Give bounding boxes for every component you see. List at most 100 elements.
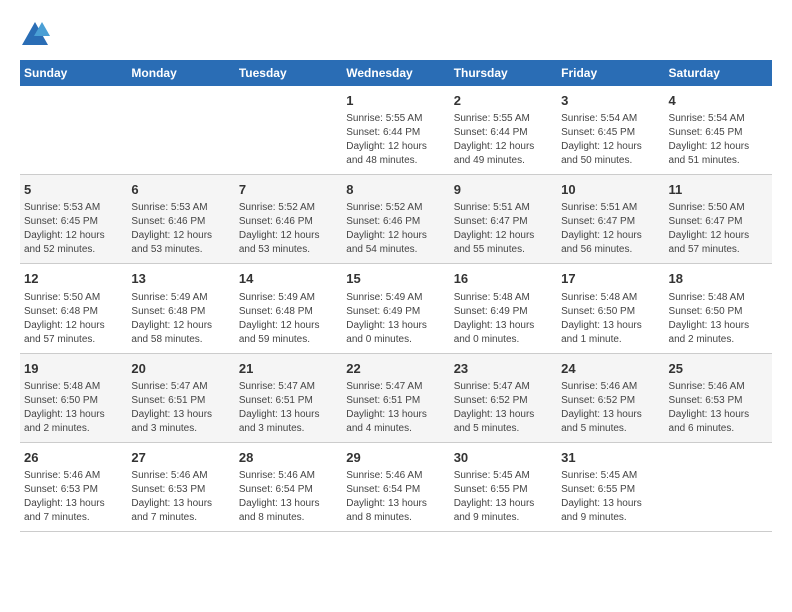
day-info: Sunrise: 5:48 AM Sunset: 6:50 PM Dayligh… [669, 291, 768, 347]
calendar-cell: 15Sunrise: 5:49 AM Sunset: 6:49 PM Dayli… [342, 264, 449, 353]
day-number: 1 [346, 92, 445, 110]
day-number: 11 [669, 181, 768, 199]
day-info: Sunrise: 5:46 AM Sunset: 6:54 PM Dayligh… [239, 469, 338, 525]
calendar-cell: 24 Sunrise: 5:46 AM Sunset: 6:52 PM Dayli… [557, 353, 664, 442]
calendar-cell [665, 442, 772, 531]
day-info: Sunrise: 5:54 AM Sunset: 6:45 PM Dayligh… [669, 112, 768, 168]
calendar-cell: 26 Sunrise: 5:46 AM Sunset: 6:53 PM Dayli… [20, 442, 127, 531]
calendar-cell: 29 Sunrise: 5:46 AM Sunset: 6:54 PM Dayli… [342, 442, 449, 531]
calendar-cell: 20 Sunrise: 5:47 AM Sunset: 6:51 PM Dayli… [127, 353, 234, 442]
day-number: 29 [346, 449, 445, 467]
day-number: 31 [561, 449, 660, 467]
day-number: 21 [239, 360, 338, 378]
day-number: 8 [346, 181, 445, 199]
calendar-table: SundayMondayTuesdayWednesdayThursdayFrid… [20, 60, 772, 532]
calendar-cell: 19 Sunrise: 5:48 AM Sunset: 6:50 PM Dayli… [20, 353, 127, 442]
calendar-cell: 12Sunrise: 5:50 AM Sunset: 6:48 PM Dayli… [20, 264, 127, 353]
day-number: 25 [669, 360, 768, 378]
calendar-cell: 8 Sunrise: 5:52 AM Sunset: 6:46 PM Daylig… [342, 175, 449, 264]
calendar-cell: 25 Sunrise: 5:46 AM Sunset: 6:53 PM Dayli… [665, 353, 772, 442]
day-number: 30 [454, 449, 553, 467]
day-header-sunday: Sunday [20, 60, 127, 86]
day-number: 6 [131, 181, 230, 199]
calendar-cell: 7Sunrise: 5:52 AM Sunset: 6:46 PM Daylig… [235, 175, 342, 264]
calendar-cell: 22 Sunrise: 5:47 AM Sunset: 6:51 PM Dayli… [342, 353, 449, 442]
calendar-cell [127, 86, 234, 175]
day-info: Sunrise: 5:48 AM Sunset: 6:49 PM Dayligh… [454, 291, 553, 347]
calendar-week-1: 5Sunrise: 5:53 AM Sunset: 6:45 PM Daylig… [20, 175, 772, 264]
calendar-cell [20, 86, 127, 175]
day-info: Sunrise: 5:54 AM Sunset: 6:45 PM Dayligh… [561, 112, 660, 168]
calendar-cell: 17 Sunrise: 5:48 AM Sunset: 6:50 PM Dayli… [557, 264, 664, 353]
day-number: 27 [131, 449, 230, 467]
day-number: 24 [561, 360, 660, 378]
calendar-cell: 5Sunrise: 5:53 AM Sunset: 6:45 PM Daylig… [20, 175, 127, 264]
day-info: Sunrise: 5:46 AM Sunset: 6:52 PM Dayligh… [561, 380, 660, 436]
day-number: 4 [669, 92, 768, 110]
day-number: 5 [24, 181, 123, 199]
day-info: Sunrise: 5:45 AM Sunset: 6:55 PM Dayligh… [454, 469, 553, 525]
day-info: Sunrise: 5:48 AM Sunset: 6:50 PM Dayligh… [561, 291, 660, 347]
day-info: Sunrise: 5:47 AM Sunset: 6:51 PM Dayligh… [131, 380, 230, 436]
calendar-week-2: 12Sunrise: 5:50 AM Sunset: 6:48 PM Dayli… [20, 264, 772, 353]
day-info: Sunrise: 5:51 AM Sunset: 6:47 PM Dayligh… [561, 201, 660, 257]
day-number: 20 [131, 360, 230, 378]
day-number: 10 [561, 181, 660, 199]
calendar-cell: 13Sunrise: 5:49 AM Sunset: 6:48 PM Dayli… [127, 264, 234, 353]
calendar-cell: 23 Sunrise: 5:47 AM Sunset: 6:52 PM Dayli… [450, 353, 557, 442]
day-info: Sunrise: 5:48 AM Sunset: 6:50 PM Dayligh… [24, 380, 123, 436]
day-header-monday: Monday [127, 60, 234, 86]
calendar-cell: 6 Sunrise: 5:53 AM Sunset: 6:46 PM Daylig… [127, 175, 234, 264]
calendar-cell [235, 86, 342, 175]
day-number: 19 [24, 360, 123, 378]
day-number: 2 [454, 92, 553, 110]
calendar-week-0: 1 Sunrise: 5:55 AM Sunset: 6:44 PM Daylig… [20, 86, 772, 175]
calendar-header: SundayMondayTuesdayWednesdayThursdayFrid… [20, 60, 772, 86]
day-number: 22 [346, 360, 445, 378]
day-info: Sunrise: 5:55 AM Sunset: 6:44 PM Dayligh… [454, 112, 553, 168]
calendar-cell: 2 Sunrise: 5:55 AM Sunset: 6:44 PM Daylig… [450, 86, 557, 175]
day-info: Sunrise: 5:47 AM Sunset: 6:51 PM Dayligh… [346, 380, 445, 436]
day-info: Sunrise: 5:45 AM Sunset: 6:55 PM Dayligh… [561, 469, 660, 525]
day-header-thursday: Thursday [450, 60, 557, 86]
calendar-cell: 10 Sunrise: 5:51 AM Sunset: 6:47 PM Dayli… [557, 175, 664, 264]
day-info: Sunrise: 5:52 AM Sunset: 6:46 PM Dayligh… [346, 201, 445, 257]
calendar-cell: 3 Sunrise: 5:54 AM Sunset: 6:45 PM Daylig… [557, 86, 664, 175]
day-info: Sunrise: 5:51 AM Sunset: 6:47 PM Dayligh… [454, 201, 553, 257]
calendar-cell: 30 Sunrise: 5:45 AM Sunset: 6:55 PM Dayli… [450, 442, 557, 531]
day-info: Sunrise: 5:49 AM Sunset: 6:48 PM Dayligh… [131, 291, 230, 347]
calendar-cell: 4 Sunrise: 5:54 AM Sunset: 6:45 PM Daylig… [665, 86, 772, 175]
day-info: Sunrise: 5:46 AM Sunset: 6:53 PM Dayligh… [24, 469, 123, 525]
calendar-cell: 14 Sunrise: 5:49 AM Sunset: 6:48 PM Dayli… [235, 264, 342, 353]
day-header-wednesday: Wednesday [342, 60, 449, 86]
day-info: Sunrise: 5:46 AM Sunset: 6:53 PM Dayligh… [669, 380, 768, 436]
day-info: Sunrise: 5:46 AM Sunset: 6:54 PM Dayligh… [346, 469, 445, 525]
day-info: Sunrise: 5:47 AM Sunset: 6:51 PM Dayligh… [239, 380, 338, 436]
day-number: 18 [669, 270, 768, 288]
day-number: 3 [561, 92, 660, 110]
day-info: Sunrise: 5:50 AM Sunset: 6:48 PM Dayligh… [24, 291, 123, 347]
day-number: 17 [561, 270, 660, 288]
logo-icon [20, 20, 50, 50]
day-info: Sunrise: 5:47 AM Sunset: 6:52 PM Dayligh… [454, 380, 553, 436]
day-info: Sunrise: 5:49 AM Sunset: 6:49 PM Dayligh… [346, 291, 445, 347]
day-info: Sunrise: 5:49 AM Sunset: 6:48 PM Dayligh… [239, 291, 338, 347]
day-header-saturday: Saturday [665, 60, 772, 86]
day-number: 23 [454, 360, 553, 378]
day-number: 26 [24, 449, 123, 467]
calendar-cell: 27 Sunrise: 5:46 AM Sunset: 6:53 PM Dayli… [127, 442, 234, 531]
logo [20, 20, 54, 50]
page-header [20, 20, 772, 50]
day-info: Sunrise: 5:53 AM Sunset: 6:46 PM Dayligh… [131, 201, 230, 257]
calendar-week-3: 19 Sunrise: 5:48 AM Sunset: 6:50 PM Dayli… [20, 353, 772, 442]
calendar-cell: 31 Sunrise: 5:45 AM Sunset: 6:55 PM Dayli… [557, 442, 664, 531]
day-header-tuesday: Tuesday [235, 60, 342, 86]
calendar-cell: 21 Sunrise: 5:47 AM Sunset: 6:51 PM Dayli… [235, 353, 342, 442]
day-number: 28 [239, 449, 338, 467]
day-number: 14 [239, 270, 338, 288]
day-info: Sunrise: 5:50 AM Sunset: 6:47 PM Dayligh… [669, 201, 768, 257]
calendar-cell: 28 Sunrise: 5:46 AM Sunset: 6:54 PM Dayli… [235, 442, 342, 531]
day-info: Sunrise: 5:52 AM Sunset: 6:46 PM Dayligh… [239, 201, 338, 257]
day-info: Sunrise: 5:55 AM Sunset: 6:44 PM Dayligh… [346, 112, 445, 168]
day-info: Sunrise: 5:46 AM Sunset: 6:53 PM Dayligh… [131, 469, 230, 525]
